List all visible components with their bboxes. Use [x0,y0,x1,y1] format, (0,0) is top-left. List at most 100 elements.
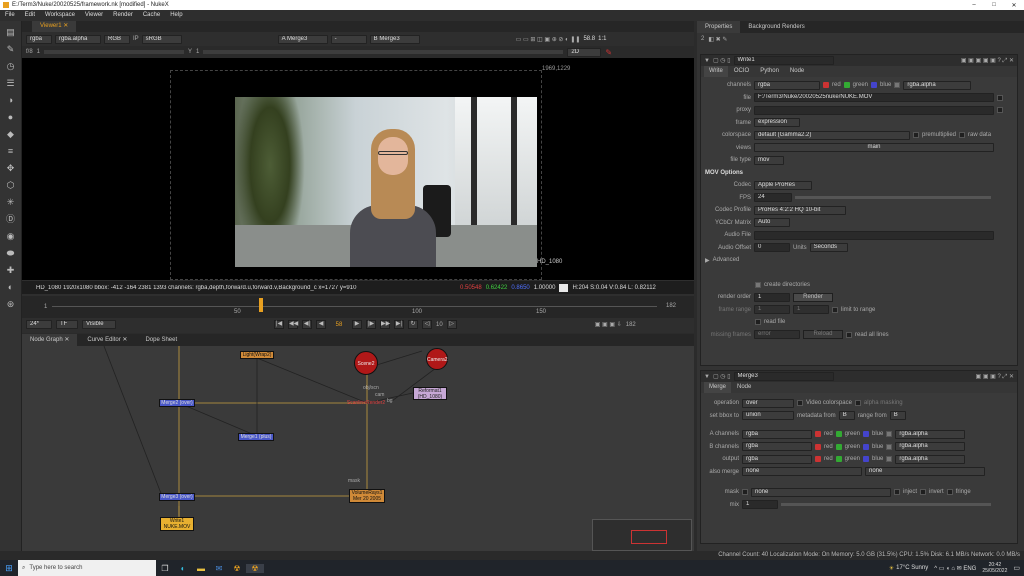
missing-frames-select[interactable]: error [754,330,800,340]
tab-merge-node[interactable]: Node [732,382,756,393]
node-name-field[interactable]: Write1 [733,56,834,65]
node-camera[interactable]: Camera2 [426,348,448,370]
lut-select[interactable]: sRGB [141,34,182,44]
out-red-checkbox[interactable] [815,456,821,463]
frame-range-end[interactable]: 1 [793,305,829,315]
minimize-button[interactable]: – [964,2,984,8]
reload-button[interactable]: Reload [803,330,843,340]
inject-checkbox[interactable] [894,489,900,496]
node-light[interactable]: Light(Wrap2) [240,351,274,359]
b-green-checkbox[interactable] [835,443,842,450]
mail-icon[interactable]: ✉ [210,564,228,573]
tab-background-renders[interactable]: Background Renders [740,21,812,33]
operation-select[interactable]: over [742,398,794,408]
tab-node-graph[interactable]: Node Graph ✕ [22,334,78,346]
viewer-canvas[interactable]: 1969,1229 HD_1080 [22,58,694,280]
node-volume-rays[interactable]: VolumeRays1 Mer 20 2005 [349,489,385,503]
read-file-checkbox[interactable] [755,319,761,326]
menu-workspace[interactable]: Workspace [40,10,80,21]
node-scanline-render[interactable]: ScanlineRender2 [346,400,386,407]
node-merge2[interactable]: Merge2 (over) [159,399,195,407]
fps-select[interactable]: 24* [26,320,52,329]
next-frame-button[interactable]: |▶ [366,320,376,329]
alpha-checkbox[interactable] [894,82,901,89]
tab-ocio[interactable]: OCIO [729,66,754,77]
ratio-value[interactable]: 1:1 [598,36,606,42]
merge-node-icons[interactable]: ▢ ◷ ▯ [713,373,731,380]
a-blue-checkbox[interactable] [863,431,870,438]
nuke-app-icon[interactable]: ☢ [228,564,246,573]
metadata-select[interactable]: B [838,411,855,421]
premultiplied-checkbox[interactable] [913,132,919,139]
gamma-slider[interactable] [203,50,564,54]
tab-curve-editor[interactable]: Curve Editor ✕ [79,334,135,346]
viewer-tool-icons[interactable]: ▭ ▭ ⊞ ◫ ▣ ⊕ ⊘ ◐ ❚❚ [516,36,581,43]
maximize-button[interactable]: □ [984,2,1004,8]
channel-icon[interactable]: ☰ [5,77,17,89]
collapse-icon[interactable]: ▼ [704,58,710,64]
input-a-select[interactable]: A Merge3 [277,34,328,44]
clock[interactable]: 20:42 25/05/2022 [982,562,1007,574]
out-alpha-select[interactable]: rgba.alpha [895,454,966,464]
node-write[interactable]: Write1 NUKE.MOV [160,517,194,531]
panel-count[interactable]: 2 [701,36,704,42]
file-type-select[interactable]: mov [754,155,784,165]
notifications-icon[interactable]: ▭ [1013,564,1020,572]
menu-cache[interactable]: Cache [138,10,165,21]
out-alpha-checkbox[interactable] [886,456,893,463]
frame-select[interactable]: expression [754,118,800,128]
merge-icon[interactable]: ≡ [5,145,17,157]
b-red-checkbox[interactable] [815,443,821,450]
prev-frame-button[interactable]: ◀| [302,320,312,329]
edge-icon[interactable]: ◐ [174,564,192,573]
raw-data-checkbox[interactable] [959,132,966,139]
alpha-select[interactable]: rgba.alpha [903,80,972,90]
file-browse-icon[interactable] [997,94,1003,101]
prev-key-button[interactable]: ◀◀ [288,320,298,329]
fstop-value[interactable]: 1 [37,49,40,55]
close-button[interactable]: ✕ [1004,2,1024,9]
loop-icon[interactable]: ↻ [408,320,418,329]
view-mode-select[interactable]: 2D [567,47,602,57]
also-merge-select-2[interactable]: none [865,467,985,477]
3d-icon[interactable]: ⬡ [5,179,17,191]
video-colorspace-checkbox[interactable] [797,400,803,407]
audio-file-field[interactable] [754,230,994,240]
colorspace-select[interactable]: default (Gamma2.2) [754,130,910,140]
graph-minimap[interactable] [592,519,692,551]
weather-text[interactable]: 17°C Sunny [896,565,928,571]
gain-slider[interactable] [44,50,185,54]
metadata-icon[interactable]: ⬬ [5,247,17,259]
furnace-icon[interactable]: ⊛ [5,298,17,310]
menu-viewer[interactable]: Viewer [80,10,108,21]
tab-viewer[interactable]: Viewer1 ✕ [32,21,77,32]
frame-range-start[interactable]: 1 [754,305,790,315]
tab-write[interactable]: Write [704,66,728,77]
file-field[interactable]: F:/Term3/Nuke/20020525nuke/NUKE.MOV [754,93,994,103]
bbox-select[interactable]: union [742,411,794,421]
pick-icon[interactable]: ✎ [605,48,612,57]
panel-tool-icons[interactable]: ◧ ✖ ✎ [708,36,727,43]
views-icon[interactable]: ◉ [5,230,17,242]
tray-icons[interactable]: ^ ▭ ◖ ⌂ ✉ ENG [934,565,976,572]
a-alpha-checkbox[interactable] [886,431,893,438]
b-alpha-select[interactable]: rgba.alpha [895,442,966,452]
node-graph-canvas[interactable]: Light(Wrap2) Scene2 Camera2 obj/scn cam … [22,346,694,551]
mix-slider[interactable] [781,503,991,507]
channels-select[interactable]: rgba [754,80,820,90]
advanced-label[interactable]: Advanced [713,257,740,263]
tab-dope-sheet[interactable]: Dope Sheet [137,334,185,346]
ycbcr-select[interactable]: Auto [754,218,790,228]
b-channels-select[interactable]: rgba [742,442,812,452]
fps-field[interactable]: 24 [754,193,792,203]
menu-edit[interactable]: Edit [20,10,40,21]
color-icon[interactable]: ◑ [5,94,17,106]
invert-checkbox[interactable] [920,489,927,496]
merge-header-icons[interactable]: ▣ ▣ ▣ ? ⤢ ✕ [975,373,1014,381]
last-frame-button[interactable]: ▶| [394,320,404,329]
mask-select[interactable]: none [751,487,891,497]
task-view-icon[interactable]: ❐ [156,564,174,573]
tab-node[interactable]: Node [785,66,809,77]
fringe-checkbox[interactable] [946,489,953,496]
current-frame[interactable]: 58 [330,322,348,328]
